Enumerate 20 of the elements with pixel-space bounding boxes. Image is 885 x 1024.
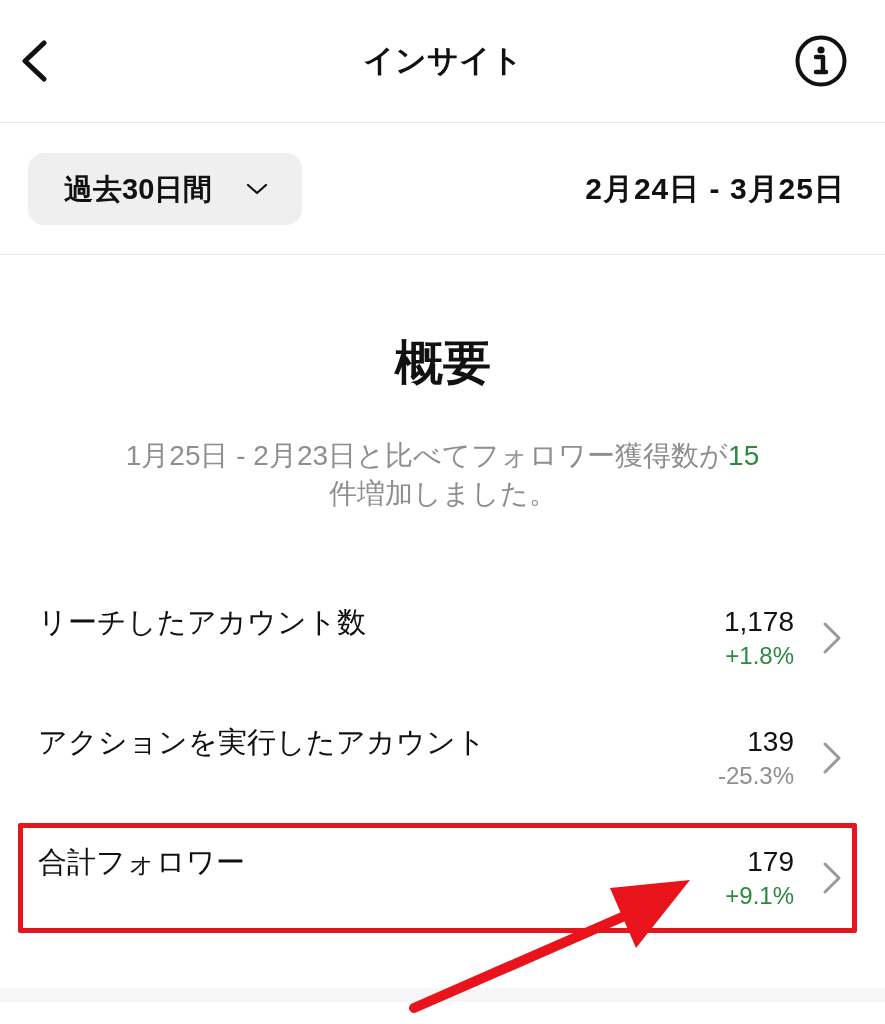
period-dropdown[interactable]: 過去30日間: [28, 152, 302, 225]
metric-value: 139: [747, 725, 794, 759]
chevron-down-icon[interactable]: [246, 182, 269, 195]
metric-change: +9.1%: [725, 881, 794, 911]
metric-label: アクションを実行したアカウント: [38, 725, 486, 760]
chevron-right-icon[interactable]: [822, 621, 842, 655]
metric-label: 合計フォロワー: [38, 845, 245, 880]
chevron-right-icon[interactable]: [822, 741, 842, 775]
metric-value: 179: [747, 845, 794, 879]
date-range: 2月24日 - 3月25日: [585, 170, 845, 207]
metric-label: リーチしたアカウント数: [38, 605, 366, 640]
chevron-right-icon[interactable]: [822, 861, 842, 895]
metric-change: +1.8%: [725, 641, 794, 671]
section-title: 概要: [393, 335, 492, 391]
comparison-text: 1月25日 - 2月23日と比べてフォロワー獲得数が15 件増加しました。: [124, 439, 761, 511]
back-icon[interactable]: [20, 40, 48, 82]
metric-change: -25.3%: [717, 761, 794, 791]
info-icon[interactable]: [795, 35, 847, 87]
page-title: インサイト: [362, 42, 523, 80]
metric-value: 1,178: [723, 605, 794, 639]
